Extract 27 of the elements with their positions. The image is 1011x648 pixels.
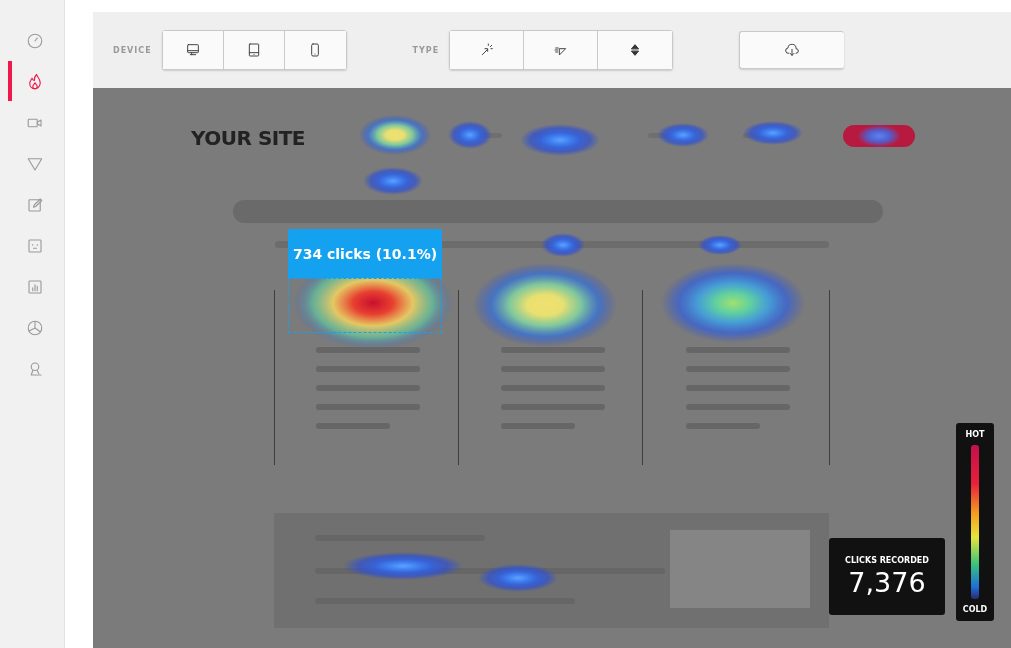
legend-label: COLD [962,605,988,614]
click-count-tooltip: 734 clicks (10.1%) [288,229,442,278]
pencil-square-icon [26,195,44,214]
pie-chart-icon [26,318,44,337]
heat-spot [448,121,492,149]
toolbar-button[interactable] [223,31,285,69]
flame-icon [26,72,44,91]
heat-spot [363,167,423,195]
heat-spot [698,235,742,255]
stats-label: CLICKS RECORDED [845,555,929,565]
stats-value: 7,376 [848,566,926,598]
heat-spot [359,115,431,155]
heat-spot [657,123,709,147]
smiley-square-icon [26,236,44,255]
heat-spot [743,121,803,145]
download-button[interactable] [739,31,845,69]
heat-spot [541,233,585,257]
cloud-download-icon [784,42,801,58]
gauge-icon [26,31,44,50]
legend-label: HOT [965,430,985,439]
site-logo: YOUR SITE [191,126,306,150]
nav-button-placeholder [843,125,915,147]
monitor-icon [184,42,201,58]
bar-chart-icon [26,277,44,296]
toolbar-label: TYPE [412,45,440,55]
toolbar-button[interactable] [162,31,224,69]
toolbar-label: DEVICE [113,45,152,55]
